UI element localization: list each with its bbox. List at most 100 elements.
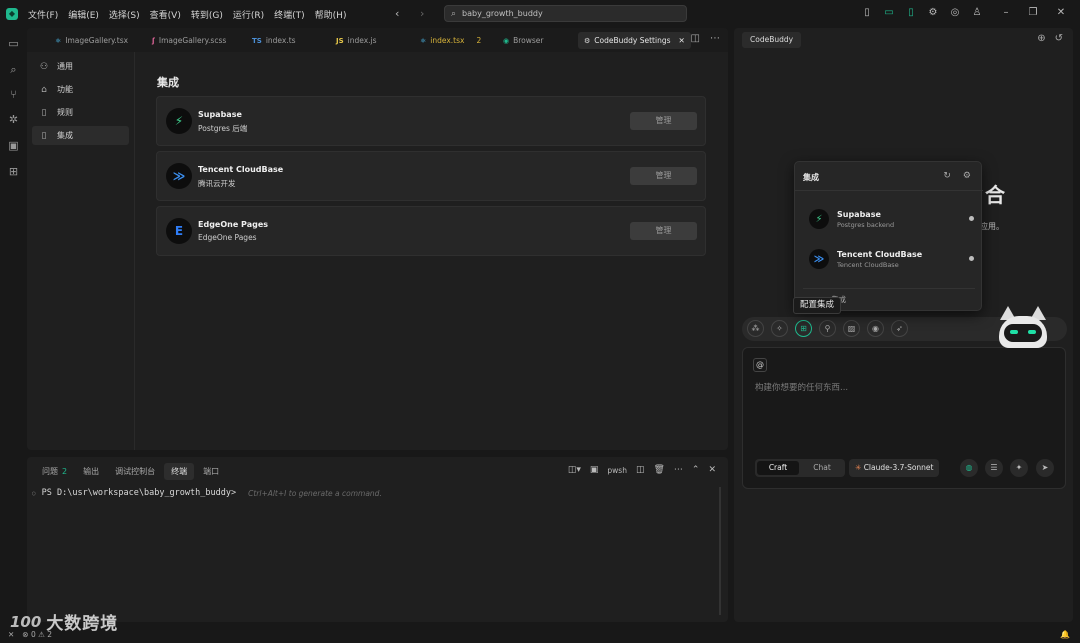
more-actions-icon[interactable]: ⋯ [710, 33, 720, 44]
tab-index-js[interactable]: JS index.js [336, 32, 377, 49]
figma-icon[interactable]: ⁂ [747, 320, 764, 337]
tab-label: ImageGallery.scss [158, 36, 227, 45]
menu-bar: 文件(F) 编辑(E) 选择(S) 查看(V) 转到(G) 运行(R) 终端(T… [28, 8, 356, 21]
chat-tab-codebuddy[interactable]: CodeBuddy [742, 32, 802, 48]
settings-nav-integrations[interactable]: ▯ 集成 [32, 126, 129, 145]
tab-imagegallery-scss[interactable]: ʃ ImageGallery.scss [152, 32, 226, 49]
split-terminal-icon[interactable]: ◫ [636, 465, 645, 475]
panel-tab-ports[interactable]: 端口 [196, 463, 226, 480]
debug-icon[interactable]: ✲ [7, 113, 20, 126]
settings-gear-icon[interactable]: ⚙ [927, 7, 939, 19]
checklist-icon[interactable]: ☰ [985, 459, 1003, 477]
mode-craft[interactable]: Craft [757, 461, 799, 475]
menu-edit[interactable]: 编辑(E) [68, 8, 99, 21]
source-control-icon[interactable]: ⑂ [7, 88, 20, 101]
manage-button[interactable]: 管理 [630, 112, 697, 130]
integration-name: EdgeOne Pages [198, 220, 269, 229]
notifications-icon[interactable]: 🔔 [1060, 630, 1070, 639]
window-minimize-icon[interactable]: – [1000, 7, 1012, 19]
shell-label[interactable]: pwsh [607, 466, 627, 475]
configure-integrations-icon[interactable]: ⊞ [795, 320, 812, 337]
tab-imagegallery-tsx[interactable]: ⚛ ImageGallery.tsx [55, 32, 128, 49]
explorer-icon[interactable]: ▭ [7, 37, 20, 50]
terminal-line[interactable]: ○ PS D:\usr\workspace\baby_growth_buddy>… [32, 488, 382, 498]
tab-index-tsx[interactable]: ⚛ index.tsx 2 [420, 32, 481, 49]
extensions-icon[interactable]: ⊞ [7, 165, 20, 178]
search-icon: ⌕ [451, 8, 457, 19]
popup-item-cloudbase[interactable]: ≫ Tencent CloudBase Tencent CloudBase [809, 247, 974, 271]
toggle-sidebar-icon[interactable]: ▯ [861, 7, 873, 19]
gear-icon[interactable]: ⚙ [963, 171, 971, 181]
window-close-icon[interactable]: ✕ [1055, 7, 1067, 19]
welcome-subtitle: 应用。 [980, 222, 1004, 231]
nav-label: 通用 [57, 62, 73, 71]
page-title: 集成 [157, 76, 179, 89]
toggle-secondary-sidebar-icon[interactable]: ▯ [905, 7, 917, 19]
settings-nav-features[interactable]: ⌂ 功能 [32, 80, 129, 99]
mode-chat[interactable]: Chat [801, 461, 843, 475]
image-icon[interactable]: ▨ [843, 320, 860, 337]
manage-button[interactable]: 管理 [630, 167, 697, 185]
chat-input[interactable]: 构建你想要的任何东西... [755, 381, 848, 393]
chat-top-actions: ⊕ ↺ [1037, 33, 1063, 44]
preview-eye-icon[interactable]: ◉ [867, 320, 884, 337]
send-icon[interactable]: ➤ [1036, 459, 1054, 477]
sparkle-icon[interactable]: ✦ [1010, 459, 1028, 477]
history-icon[interactable]: ↺ [1055, 33, 1063, 44]
settings-nav-general[interactable]: ⚇ 通用 [32, 57, 129, 76]
close-panel-icon[interactable]: ✕ [708, 465, 716, 475]
popup-actions: ↻ ⚙ [943, 171, 971, 181]
mention-button[interactable]: @ [753, 358, 767, 372]
model-selector[interactable]: ✳ Claude-3.7-Sonnet [849, 459, 940, 477]
link-icon[interactable]: ⚲ [819, 320, 836, 337]
tab-label: index.js [347, 36, 377, 45]
tab-codebuddy-settings[interactable]: ⚙ CodeBuddy Settings ✕ [578, 32, 691, 49]
tab-browser[interactable]: ◉ Browser [503, 32, 544, 49]
window-restore-icon[interactable]: ❐ [1027, 7, 1039, 19]
user-settings-icon: ⚇ [39, 61, 49, 72]
popup-item-name: Tencent CloudBase [837, 250, 923, 259]
cloudbase-logo-icon: ≫ [809, 249, 829, 269]
menu-help[interactable]: 帮助(H) [315, 8, 347, 21]
panel-tab-output[interactable]: 输出 [76, 463, 106, 480]
panel-tab-problems[interactable]: 问题 2 [35, 463, 74, 480]
tab-index-ts[interactable]: TS index.ts [252, 32, 296, 49]
panel-tabs: 问题 2 输出 调试控制台 终端 端口 [35, 463, 228, 480]
menu-selection[interactable]: 选择(S) [109, 8, 140, 21]
tab-problem-count: 2 [476, 36, 482, 45]
component-icon[interactable]: ✧ [771, 320, 788, 337]
new-terminal-layout-icon[interactable]: ◫▾ [568, 465, 581, 475]
more-actions-icon[interactable]: ⋯ [674, 465, 683, 475]
trash-icon[interactable]: 🗑 [653, 465, 664, 475]
edgeone-logo-icon: E [166, 218, 192, 244]
menu-view[interactable]: 查看(V) [150, 8, 181, 21]
search-icon[interactable]: ⌕ [7, 63, 20, 76]
react-file-icon: ⚛ [420, 36, 427, 45]
settings-nav: ⚇ 通用 ⌂ 功能 ▯ 规则 ▯ 集成 [27, 52, 135, 450]
palette-icon[interactable]: ◍ [960, 459, 978, 477]
terminal-scrollbar[interactable] [719, 487, 721, 615]
menu-run[interactable]: 运行(R) [233, 8, 264, 21]
menu-file[interactable]: 文件(F) [28, 8, 58, 21]
toggle-panel-icon[interactable]: ▭ [883, 7, 895, 19]
refresh-icon[interactable]: ↻ [943, 171, 951, 181]
menu-terminal[interactable]: 终端(T) [274, 8, 305, 21]
close-icon[interactable]: ✕ [679, 36, 685, 45]
panel-tab-terminal[interactable]: 终端 [164, 463, 195, 480]
maximize-panel-icon[interactable]: ⌃ [692, 465, 700, 475]
command-center-search[interactable]: ⌕ baby_growth_buddy [444, 5, 687, 22]
nav-forward-icon[interactable]: › [420, 7, 424, 20]
nav-back-icon[interactable]: ‹ [395, 7, 399, 20]
account-icon[interactable]: ♙ [971, 7, 983, 19]
terminal-prompt: PS D:\usr\workspace\baby_growth_buddy> [41, 488, 237, 498]
deploy-rocket-icon[interactable]: ➶ [891, 320, 908, 337]
panel-tab-debug-console[interactable]: 调试控制台 [108, 463, 162, 480]
settings-nav-rules[interactable]: ▯ 规则 [32, 103, 129, 122]
extensions-icon[interactable]: ◎ [949, 7, 961, 19]
menu-go[interactable]: 转到(G) [191, 8, 223, 21]
remote-explorer-icon[interactable]: ▣ [7, 139, 20, 152]
manage-button[interactable]: 管理 [630, 222, 697, 240]
new-chat-icon[interactable]: ⊕ [1037, 33, 1045, 44]
popup-item-supabase[interactable]: ⚡ Supabase Postgres backend [809, 207, 974, 231]
split-editor-icon[interactable]: ◫ [691, 33, 700, 44]
